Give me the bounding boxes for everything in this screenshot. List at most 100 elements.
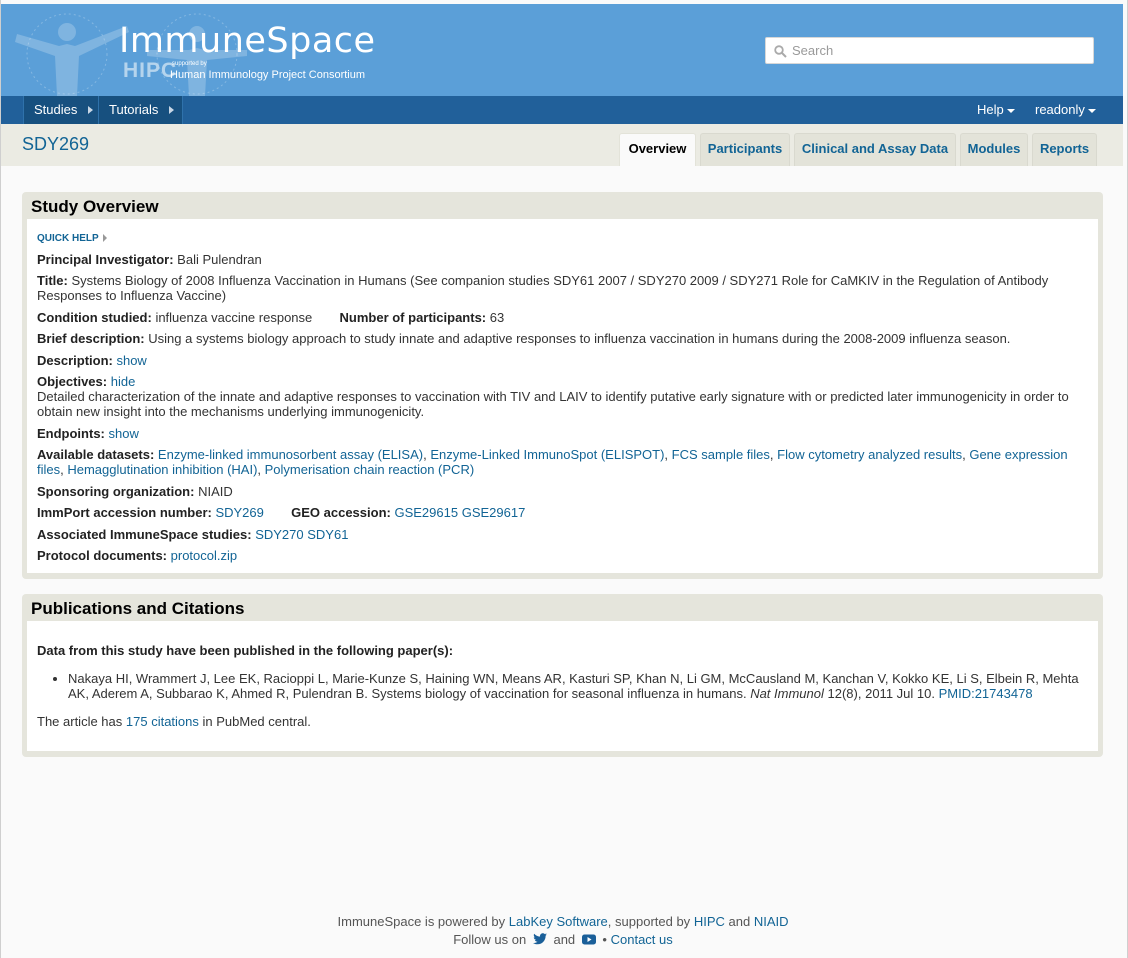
study-overview-heading: Study Overview <box>31 197 159 216</box>
footer-follow-line: Follow us on and • Contact us <box>1 931 1125 950</box>
hipc-link[interactable]: HIPC <box>694 914 725 929</box>
study-overview-body: QUICK HELP Principal Investigator: Bali … <box>27 219 1098 573</box>
footer-follow: Follow us on <box>453 932 527 947</box>
field-endpoints: Endpoints: show <box>37 426 1078 441</box>
sponsor-value: NIAID <box>198 484 233 499</box>
sponsor-label: Sponsoring organization: <box>37 484 195 499</box>
objectives-text: Detailed characterization of the innate … <box>37 389 1069 419</box>
footer: ImmuneSpace is powered by LabKey Softwar… <box>1 913 1125 950</box>
field-condition: Condition studied: influenza vaccine res… <box>37 310 1078 325</box>
labkey-link[interactable]: LabKey Software <box>509 914 608 929</box>
field-accessions: ImmPort accession number: SDY269 GEO acc… <box>37 505 1078 520</box>
quick-help-label: QUICK HELP <box>37 233 99 244</box>
citations-prefix: The article has <box>37 714 123 729</box>
quick-help-toggle[interactable]: QUICK HELP <box>37 233 107 244</box>
field-sponsor: Sponsoring organization: NIAID <box>37 484 1078 499</box>
endpoints-label: Endpoints: <box>37 426 105 441</box>
logo-title[interactable]: ImmuneSpace <box>119 21 376 61</box>
menu-studies[interactable]: Studies <box>23 96 103 124</box>
field-available-datasets: Available datasets: Enzyme-linked immuno… <box>37 447 1068 477</box>
immport-label: ImmPort accession number: <box>37 505 212 520</box>
tab-participants[interactable]: Participants <box>700 133 790 166</box>
datasets-label: Available datasets: <box>37 447 155 462</box>
publication-list: Nakaya HI, Wrammert J, Lee EK, Racioppi … <box>42 671 1088 701</box>
footer-supported-by: , supported by <box>607 914 691 929</box>
field-description: Description: show <box>37 353 1078 368</box>
field-protocol-documents: Protocol documents: protocol.zip <box>37 548 1078 563</box>
tab-reports[interactable]: Reports <box>1032 133 1097 166</box>
assoc-link-sdy270[interactable]: SDY270 <box>255 527 303 542</box>
geo-link-gse29615[interactable]: GSE29615 <box>394 505 458 520</box>
chevron-right-icon <box>88 106 94 114</box>
publications-body: Data from this study have been published… <box>27 621 1098 751</box>
menu-tutorials-label: Tutorials <box>109 102 159 117</box>
twitter-icon[interactable] <box>532 932 547 950</box>
pi-value: Bali Pulendran <box>177 252 262 267</box>
immport-link[interactable]: SDY269 <box>215 505 263 520</box>
geo-link-gse29617[interactable]: GSE29617 <box>462 505 526 520</box>
condition-label: Condition studied: <box>37 310 152 325</box>
protocol-label: Protocol documents: <box>37 548 168 563</box>
pmid-link[interactable]: PMID:21743478 <box>939 686 1033 701</box>
chevron-right-icon <box>169 106 175 114</box>
title-label: Title: <box>37 273 68 288</box>
dataset-link-elispot[interactable]: Enzyme-Linked ImmunoSpot (ELISPOT) <box>430 447 664 462</box>
chevron-right-icon <box>102 234 107 243</box>
citations-suffix: in PubMed central. <box>202 714 311 729</box>
pi-label: Principal Investigator: <box>37 252 174 267</box>
title-bar: SDY269 Overview Participants Clinical an… <box>1 124 1123 166</box>
publications-intro: Data from this study have been published… <box>37 643 1078 658</box>
menu-help-label: Help <box>977 102 1004 117</box>
search-input[interactable] <box>790 41 1080 60</box>
publications-heading: Publications and Citations <box>31 599 245 618</box>
description-show-link[interactable]: show <box>116 353 146 368</box>
protocol-download-link[interactable]: protocol.zip <box>171 548 237 563</box>
logo-subtitle: Human Immunology Project Consortium <box>170 69 366 81</box>
search-box[interactable] <box>765 37 1094 64</box>
assoc-label: Associated ImmuneSpace studies: <box>37 527 252 542</box>
objectives-label: Objectives: <box>37 374 108 389</box>
description-label: Description: <box>37 353 113 368</box>
brief-value: Using a systems biology approach to stud… <box>148 331 1011 346</box>
title-value: Systems Biology of 2008 Influenza Vaccin… <box>37 273 1049 303</box>
tab-modules[interactable]: Modules <box>960 133 1028 166</box>
objectives-hide-link[interactable]: hide <box>111 374 136 389</box>
dataset-link-flow[interactable]: Flow cytometry analyzed results <box>777 447 962 462</box>
dataset-link-fcs[interactable]: FCS sample files <box>672 447 770 462</box>
citation-issue: 12(8), 2011 Jul 10. <box>827 686 935 701</box>
youtube-icon[interactable] <box>581 932 596 950</box>
field-title: Title: Systems Biology of 2008 Influenza… <box>37 273 1078 303</box>
dataset-link-pcr[interactable]: Polymerisation chain reaction (PCR) <box>265 462 475 477</box>
publications-panel: Publications and Citations Data from thi… <box>22 594 1103 757</box>
tab-clinical-assay-data[interactable]: Clinical and Assay Data <box>794 133 956 166</box>
field-brief-description: Brief description: Using a systems biolo… <box>37 331 1078 346</box>
footer-and-2: and <box>553 932 576 947</box>
field-principal-investigator: Principal Investigator: Bali Pulendran <box>37 252 1078 267</box>
menu-user[interactable]: readonly <box>1025 96 1106 124</box>
participants-value: 63 <box>489 310 505 325</box>
contact-us-link[interactable]: Contact us <box>611 932 673 947</box>
page-title[interactable]: SDY269 <box>22 134 89 155</box>
citation-journal: Nat Immunol <box>750 686 824 701</box>
geo-label: GEO accession: <box>291 505 391 520</box>
publication-item: Nakaya HI, Wrammert J, Lee EK, Racioppi … <box>68 671 1088 701</box>
caret-down-icon <box>1087 108 1096 113</box>
endpoints-show-link[interactable]: show <box>109 426 139 441</box>
dataset-link-elisa[interactable]: Enzyme-linked immunosorbent assay (ELISA… <box>158 447 423 462</box>
field-objectives: Objectives: hide Detailed characterizati… <box>37 374 1078 419</box>
caret-down-icon <box>1006 108 1015 113</box>
citations-link[interactable]: 175 citations <box>126 714 199 729</box>
menu-help[interactable]: Help <box>967 96 1025 124</box>
publications-intro-text: Data from this study have been published… <box>37 643 454 658</box>
logo-supported-by: supported by <box>172 61 207 67</box>
dataset-link-hai[interactable]: Hemagglutination inhibition (HAI) <box>67 462 257 477</box>
site-header: ImmuneSpace HIPC supported by Human Immu… <box>1 4 1123 96</box>
menu-tutorials[interactable]: Tutorials <box>98 96 184 124</box>
assoc-link-sdy61[interactable]: SDY61 <box>307 527 348 542</box>
tab-overview[interactable]: Overview <box>619 133 696 166</box>
footer-and: and <box>728 914 751 929</box>
niaid-link[interactable]: NIAID <box>754 914 789 929</box>
field-associated-studies: Associated ImmuneSpace studies: SDY270 S… <box>37 527 1078 542</box>
menu-user-label: readonly <box>1035 102 1085 117</box>
citations-line: The article has 175 citations in PubMed … <box>37 714 1078 729</box>
